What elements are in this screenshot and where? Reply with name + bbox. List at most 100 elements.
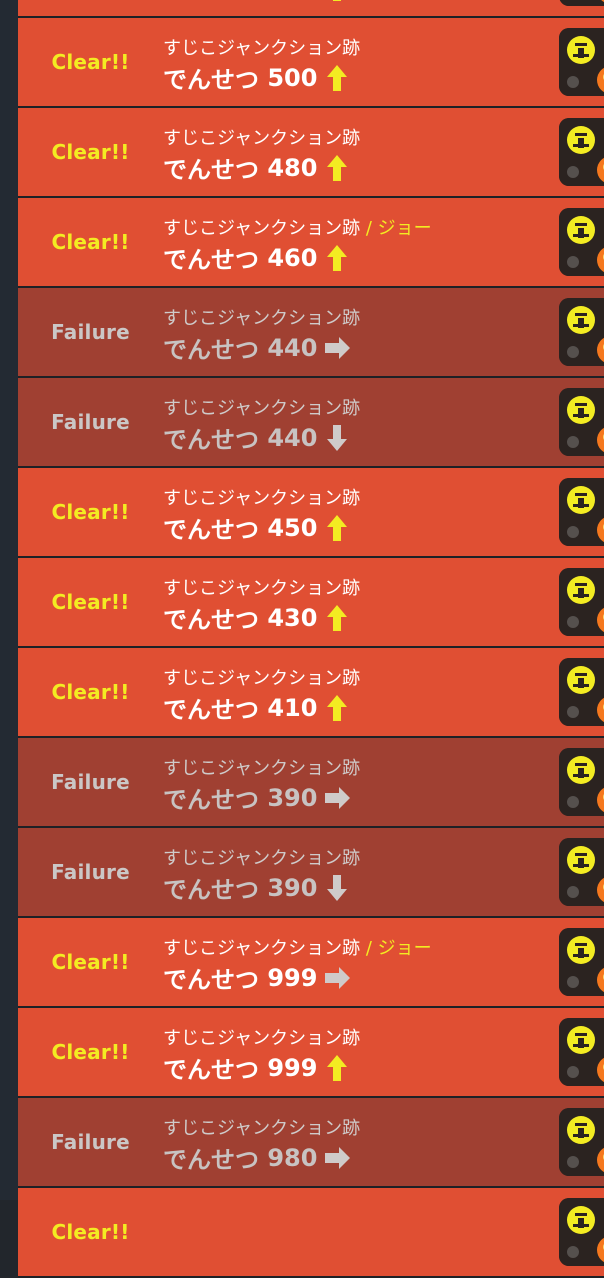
arrow-up-icon: [327, 604, 348, 631]
rank-points: 440: [267, 333, 318, 362]
rank-points: 999: [267, 963, 318, 992]
rank-points: 999: [267, 1053, 318, 1082]
salmon-boss-icon: [559, 1108, 604, 1176]
arrow-up-icon: [327, 1054, 348, 1081]
rank-display: でんせつ 430: [163, 600, 351, 635]
partner-name: / ジョー: [360, 938, 432, 959]
salmon-boss-icon: [559, 1018, 604, 1086]
rank-display: でんせつ 999: [163, 960, 351, 995]
job-result-row[interactable]: Clear!! すじこジャンクション跡 でんせつ 480: [18, 108, 604, 198]
stage-label: すじこジャンクション跡: [163, 1118, 361, 1139]
rank-title: でんせつ: [163, 156, 259, 184]
arrow-up-icon: [327, 64, 348, 91]
stage-label: すじこジャンクション跡: [163, 1028, 361, 1049]
rank-points: 410: [267, 693, 318, 722]
rank-display: [163, 1230, 171, 1258]
rank-title: でんせつ: [163, 0, 259, 5]
rank-display: でんせつ 440: [163, 330, 351, 365]
arrow-right-icon: [325, 336, 351, 359]
result-label: Failure: [51, 770, 130, 794]
rank-points: 480: [267, 153, 318, 182]
rank-points: 460: [267, 243, 318, 272]
salmon-boss-icon: [559, 478, 604, 546]
rank-display: でんせつ 460: [163, 240, 351, 275]
rank-points: 390: [267, 873, 318, 902]
rank-title: でんせつ: [163, 966, 259, 994]
rank-points: 980: [267, 1143, 318, 1172]
result-label: Failure: [51, 1130, 130, 1154]
stage-name: すじこジャンクション跡: [163, 484, 360, 510]
result-label: Clear!!: [51, 50, 130, 74]
result-label: Failure: [51, 860, 130, 884]
job-result-row[interactable]: Failure すじこジャンクション跡 でんせつ 980: [18, 1098, 604, 1188]
rank-points: 390: [267, 783, 318, 812]
salmon-boss-icon: [559, 208, 604, 276]
rank-title: でんせつ: [163, 246, 259, 274]
rank-title: でんせつ: [163, 786, 259, 814]
job-history-list[interactable]: Clear!! すじこジャンクション跡 でんせつ 500 Clear!! すじこジャンク…: [18, 0, 604, 1278]
result-label: Clear!!: [51, 590, 130, 614]
rank-title: でんせつ: [163, 696, 259, 724]
stage-label: すじこジャンクション跡: [163, 848, 361, 869]
stage-name: すじこジャンクション跡: [163, 34, 360, 60]
stage-label: すじこジャンクション跡: [163, 758, 361, 779]
result-label: Clear!!: [51, 680, 130, 704]
salmon-boss-icon: [559, 388, 604, 456]
job-result-row[interactable]: Failure すじこジャンクション跡 でんせつ 390: [18, 738, 604, 828]
rank-display: でんせつ 999: [163, 1050, 351, 1085]
job-result-row[interactable]: Failure すじこジャンクション跡 でんせつ 440: [18, 288, 604, 378]
rank-display: でんせつ 410: [163, 690, 351, 725]
arrow-up-icon: [327, 154, 348, 181]
job-result-row[interactable]: Failure すじこジャンクション跡 でんせつ 440: [18, 378, 604, 468]
job-result-row[interactable]: Clear!!すじこジャンクション跡でんせつ 500: [18, 18, 604, 108]
rank-points: 430: [267, 603, 318, 632]
stage-name: すじこジャンクション跡 / ジョー: [163, 934, 432, 960]
salmon-boss-icon: [559, 28, 604, 96]
salmon-boss-icon: [559, 748, 604, 816]
stage-name: すじこジャンクション跡: [163, 1024, 360, 1050]
stage-name: すじこジャンクション跡: [163, 664, 360, 690]
rank-display: でんせつ 390: [163, 780, 351, 815]
stage-label: すじこジャンクション跡: [163, 578, 361, 599]
stage-name: すじこジャンクション跡: [163, 754, 360, 780]
stage-name: すじこジャンクション跡: [163, 844, 360, 870]
arrow-up-icon: [327, 514, 348, 541]
rank-display: でんせつ 980: [163, 1140, 351, 1175]
rank-title: でんせつ: [163, 606, 259, 634]
result-label: Clear!!: [51, 500, 130, 524]
job-result-row[interactable]: Clear!! すじこジャンクション跡 でんせつ 999: [18, 1008, 604, 1098]
job-result-row[interactable]: Clear!!すじこジャンクション跡でんせつ 500: [18, 0, 604, 18]
sidebar: [0, 0, 18, 1200]
stage-name: すじこジャンクション跡: [163, 574, 360, 600]
job-result-row[interactable]: Clear!!: [18, 1188, 604, 1278]
result-label: Failure: [51, 410, 130, 434]
rank-title: でんせつ: [163, 516, 259, 544]
result-label: Clear!!: [51, 950, 130, 974]
rank-points: 500: [267, 63, 318, 92]
salmon-boss-icon: [559, 658, 604, 726]
result-label: Failure: [51, 320, 130, 344]
rank-points: 450: [267, 513, 318, 542]
result-label: Clear!!: [51, 1220, 130, 1244]
salmon-boss-icon: [559, 838, 604, 906]
stage-name: すじこジャンクション跡: [163, 304, 360, 330]
stage-label: すじこジャンクション跡: [163, 668, 361, 689]
arrow-right-icon: [325, 786, 351, 809]
job-result-row[interactable]: Failure すじこジャンクション跡でんせつ 390: [18, 828, 604, 918]
stage-label: すじこジャンクション跡: [163, 128, 361, 149]
job-result-row[interactable]: Clear!! すじこジャンクション跡 でんせつ 450: [18, 468, 604, 558]
job-result-row[interactable]: Clear!! すじこジャンクション跡 / ジョー でんせつ 460: [18, 198, 604, 288]
rank-title: でんせつ: [163, 426, 259, 454]
job-result-row[interactable]: Clear!! すじこジャンクション跡 でんせつ 410: [18, 648, 604, 738]
rank-title: でんせつ: [163, 336, 259, 364]
job-result-row[interactable]: Clear!! すじこジャンクション跡 でんせつ 430: [18, 558, 604, 648]
job-result-row[interactable]: Clear!! すじこジャンクション跡 / ジョー でんせつ 999: [18, 918, 604, 1008]
partner-name: / ジョー: [360, 218, 432, 239]
result-label: Clear!!: [51, 1040, 130, 1064]
salmon-boss-icon: [559, 568, 604, 636]
rank-title: でんせつ: [163, 876, 259, 904]
rank-points: 500: [267, 0, 317, 2]
arrow-down-icon: [327, 874, 348, 901]
stage-name: すじこジャンクション跡: [163, 394, 360, 420]
salmon-boss-icon: [559, 118, 604, 186]
